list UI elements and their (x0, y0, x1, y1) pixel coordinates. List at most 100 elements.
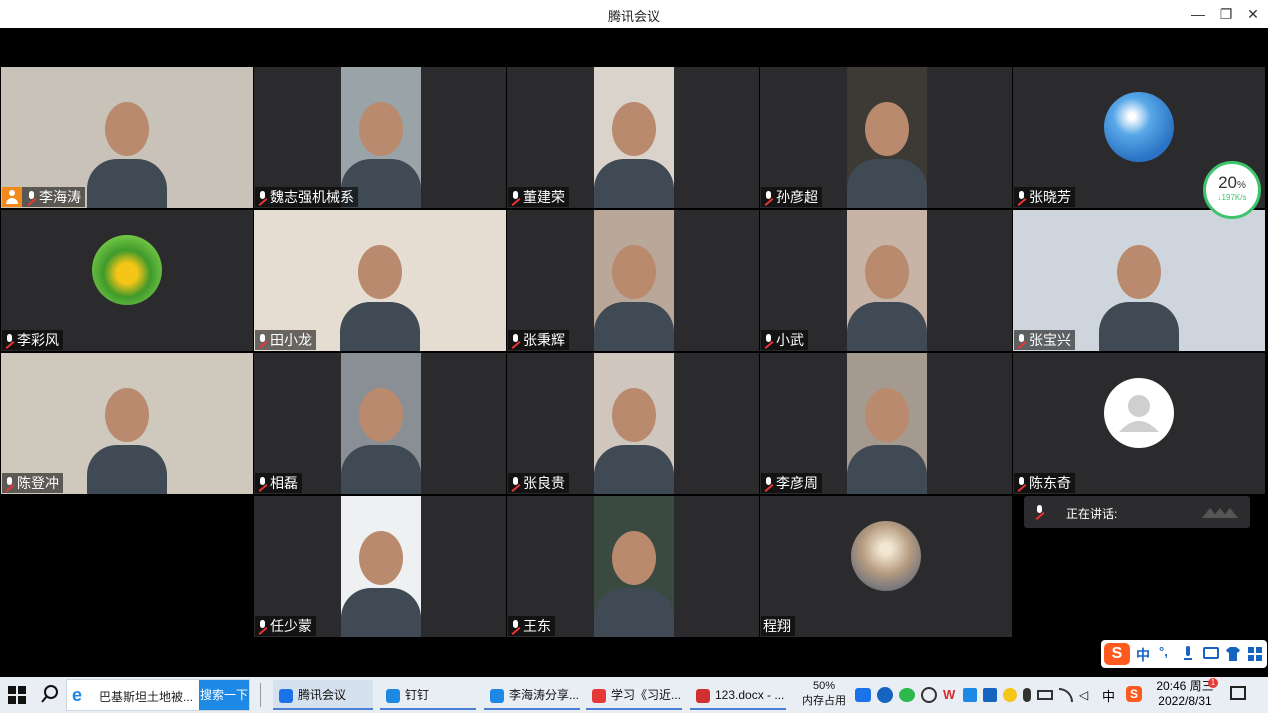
ime-voice-icon[interactable] (1183, 646, 1193, 662)
microphone-tray-icon[interactable] (1023, 688, 1031, 702)
app-icon (490, 688, 504, 703)
person-silhouette (865, 102, 909, 156)
person-silhouette (865, 388, 909, 442)
participant-name-label: 张秉辉 (508, 330, 569, 350)
wps-icon[interactable]: W (943, 688, 957, 702)
mic-muted-icon (763, 333, 774, 347)
taskbar: e 巴基斯坦土地被... 搜索一下 腾讯会议 钉钉 李海涛分享... 学习《习近...… (0, 677, 1268, 713)
photo-avatar-icon (851, 521, 921, 591)
app-icon (696, 688, 710, 703)
taskbar-app-button[interactable]: 钉钉 (380, 680, 476, 710)
participant-tile[interactable]: 李海涛 (1, 67, 253, 208)
person-silhouette (612, 245, 656, 299)
person-body (340, 302, 420, 351)
ime-skin-icon[interactable] (1225, 646, 1241, 662)
search-text[interactable]: 巴基斯坦土地被... (99, 688, 193, 705)
clock[interactable]: 20:46 周三 2022/8/31 (1154, 679, 1216, 709)
app-active-underline (484, 708, 580, 710)
browser-tray-icon[interactable] (877, 687, 893, 703)
participant-tile[interactable]: 李彦周 (760, 353, 1012, 494)
person-body (1099, 302, 1179, 351)
ime-lang[interactable]: 中 (1136, 645, 1150, 665)
participant-name-label: 田小龙 (255, 330, 316, 350)
app-icon (386, 688, 400, 703)
search-icon[interactable] (41, 685, 59, 703)
person-silhouette (359, 531, 403, 585)
wifi-icon[interactable] (1059, 688, 1073, 702)
person-body (847, 302, 927, 351)
minimize-button[interactable]: — (1185, 4, 1211, 24)
windows-start-icon[interactable] (8, 686, 26, 704)
taskbar-app-button[interactable]: 李海涛分享... (484, 680, 580, 710)
participant-tile[interactable]: 董建荣 (507, 67, 759, 208)
participant-name-label: 李彦周 (761, 473, 822, 493)
participant-name: 张晓芳 (1029, 189, 1071, 205)
security-tray-icon[interactable] (1003, 688, 1017, 702)
dingtalk-tray-icon[interactable] (963, 688, 977, 702)
participant-tile[interactable]: 陈东奇 (1013, 353, 1265, 494)
participant-tile[interactable]: 程翔 (760, 496, 1012, 637)
mic-muted-icon (1016, 190, 1027, 204)
participant-name: 陈登冲 (17, 475, 59, 491)
ime-keyboard-icon[interactable] (1203, 647, 1219, 659)
host-icon (2, 187, 22, 207)
participant-tile[interactable]: 王东 (507, 496, 759, 637)
participant-video (594, 496, 674, 637)
participant-tile[interactable]: 任少蒙 (254, 496, 506, 637)
tencent-meeting-tray-icon[interactable] (855, 688, 871, 702)
browser-search-box[interactable]: e 巴基斯坦土地被... 搜索一下 (66, 679, 250, 711)
sogou-tray-icon[interactable]: S (1126, 686, 1142, 702)
participant-video (594, 67, 674, 208)
network-gauge[interactable]: 20% ↓197K/s (1203, 161, 1261, 219)
participant-name: 相磊 (270, 475, 298, 491)
taskbar-app-button[interactable]: 腾讯会议 (273, 680, 373, 710)
participant-name: 张良贵 (523, 475, 565, 491)
app-label: 钉钉 (405, 688, 430, 702)
participant-tile[interactable]: 田小龙 (254, 210, 506, 351)
participant-tile[interactable]: 相磊 (254, 353, 506, 494)
app-label: 学习《习近... (611, 688, 682, 702)
participant-tile[interactable]: 孙彦超 (760, 67, 1012, 208)
participant-tile[interactable]: 陈登冲 (1, 353, 253, 494)
participant-name: 李彦周 (776, 475, 818, 491)
taskbar-app-button[interactable]: 学习《习近... (586, 680, 682, 710)
participant-tile[interactable]: 张宝兴 (1013, 210, 1265, 351)
clock-time: 20:46 周三 (1156, 679, 1214, 693)
ime-toolbar[interactable]: S 中 °, (1101, 640, 1267, 668)
person-silhouette (358, 245, 402, 299)
person-silhouette (612, 388, 656, 442)
network-tray-icon[interactable] (921, 687, 937, 703)
volume-icon[interactable]: ◁ (1079, 688, 1093, 702)
participant-tile[interactable]: 李彩风 (1, 210, 253, 351)
restore-button[interactable]: ❐ (1213, 4, 1239, 24)
person-body (847, 445, 927, 494)
taskbar-app-button[interactable]: 123.docx - ... (690, 680, 786, 710)
taskbar-divider (260, 683, 261, 707)
memory-percent: 50% (812, 680, 836, 692)
tray-lang[interactable]: 中 (1102, 686, 1115, 705)
participant-tile[interactable]: 张良贵 (507, 353, 759, 494)
person-body (87, 445, 167, 494)
notification-badge: 1 (1208, 678, 1218, 688)
participant-tile[interactable]: 魏志强机械系 (254, 67, 506, 208)
memory-usage[interactable]: 50% 内存占用 (800, 679, 848, 709)
ime-toolbox-icon[interactable] (1247, 646, 1263, 662)
ime-punct[interactable]: °, (1159, 644, 1168, 659)
app-tray-icon[interactable] (983, 688, 997, 702)
person-silhouette (105, 102, 149, 156)
participant-tile[interactable]: 小武 (760, 210, 1012, 351)
participant-name-label: 李海涛 (2, 187, 85, 207)
mic-muted-icon (26, 190, 37, 204)
participant-name: 田小龙 (270, 332, 312, 348)
search-button[interactable]: 搜索一下 (199, 680, 249, 710)
participant-name: 小武 (776, 332, 804, 348)
mic-muted-icon (763, 190, 774, 204)
wechat-icon[interactable] (899, 688, 915, 702)
battery-icon[interactable] (1037, 690, 1053, 700)
close-button[interactable]: ✕ (1240, 4, 1266, 24)
person-body (594, 445, 674, 494)
mic-muted-icon (1016, 333, 1027, 347)
participant-tile[interactable]: 张秉辉 (507, 210, 759, 351)
notification-center-icon[interactable] (1230, 686, 1246, 700)
participant-name: 张秉辉 (523, 332, 565, 348)
